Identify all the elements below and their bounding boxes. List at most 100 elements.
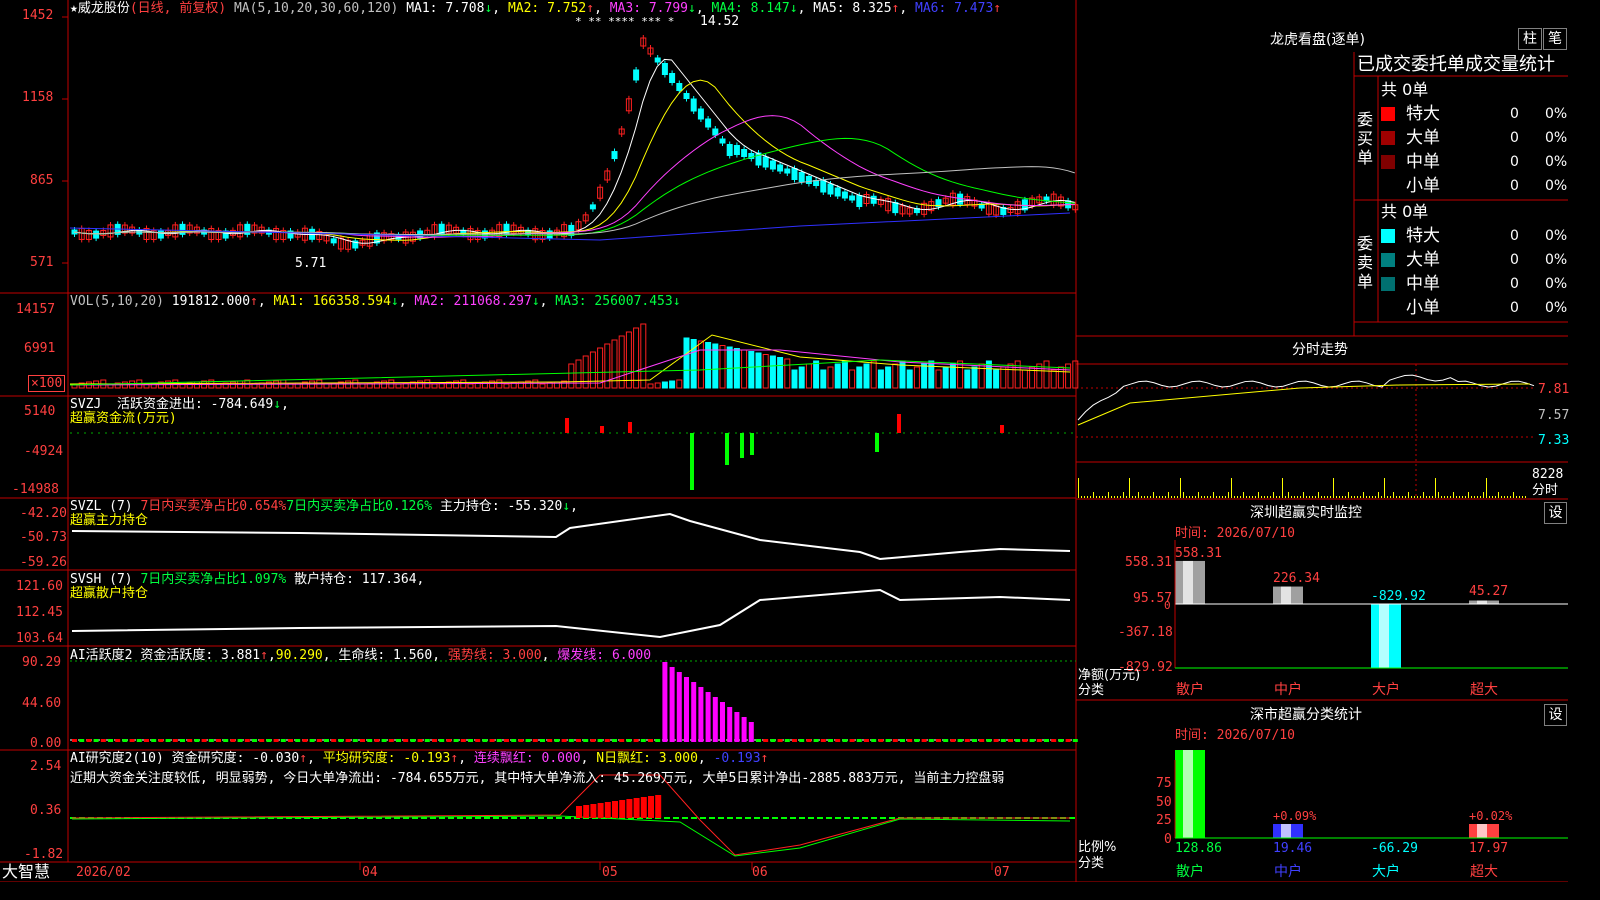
intraday-volume-bar xyxy=(1282,478,1283,498)
activity-bar xyxy=(669,667,675,742)
intraday-axis-label: 7.57 xyxy=(1538,408,1570,423)
classify-axis-label: 0 xyxy=(1164,832,1172,847)
intraday-volume-bar xyxy=(1420,496,1421,498)
activity-bar xyxy=(208,739,214,742)
intraday-axis-label: 7.81 xyxy=(1538,382,1570,397)
activity-bar xyxy=(914,739,920,742)
intraday-volume-bar xyxy=(1396,496,1397,498)
x-axis-label: 06 xyxy=(752,865,768,880)
period-label[interactable]: (日线, 前复权) xyxy=(130,1,226,16)
classify-bar xyxy=(1281,824,1291,838)
vol-unit-label[interactable]: ×100 xyxy=(28,375,66,392)
x-axis-label: 05 xyxy=(602,865,618,880)
intraday-volume-bar xyxy=(1105,496,1106,498)
bar-mode-button[interactable]: 柱 xyxy=(1518,28,1542,50)
intraday-volume-bar xyxy=(1318,492,1319,498)
activity-bar xyxy=(468,739,473,742)
activity-bar xyxy=(720,702,725,742)
order-percent: 0% xyxy=(1545,154,1568,170)
intraday-volume-bar xyxy=(1327,496,1328,498)
monitor-axis-label: 558.31 xyxy=(1125,555,1172,570)
monitor-settings-button[interactable]: 设 xyxy=(1544,502,1567,524)
intraday-volume-bar xyxy=(1291,496,1292,498)
intraday-volume-bar xyxy=(1492,496,1493,498)
intraday-volume-bar xyxy=(1117,496,1118,498)
ai-activity-axis-label: 44.60 xyxy=(22,696,62,711)
activity-bar xyxy=(799,739,805,742)
intraday-volume-bar xyxy=(1273,492,1274,498)
research-bar xyxy=(576,806,582,818)
vol-ma-line xyxy=(69,349,1071,386)
monitor-ylabel: 净额(万元) xyxy=(1078,668,1141,683)
flow-bar xyxy=(600,426,604,433)
intraday-volume-bar xyxy=(1483,492,1484,498)
order-percent: 0% xyxy=(1545,178,1568,194)
research-bar xyxy=(619,800,626,818)
activity-bar xyxy=(511,739,517,742)
intraday-volume-bar xyxy=(1348,492,1349,498)
intraday-volume-bar xyxy=(1339,496,1340,498)
svzl-axis-label: -42.20 xyxy=(20,506,67,521)
intraday-volume-bar xyxy=(1162,496,1163,498)
buy-orders-title: 委买单 xyxy=(1357,110,1374,167)
intraday-title: 分时走势 xyxy=(1292,342,1348,358)
svsh-axis-label: 112.45 xyxy=(16,605,63,620)
activity-bar xyxy=(108,739,113,742)
intraday-volume-bar xyxy=(1471,496,1472,498)
activity-bar xyxy=(1022,739,1028,742)
volume-bar xyxy=(748,351,755,389)
activity-bar xyxy=(331,739,337,742)
monitor-time: 时间: 2026/07/10 xyxy=(1175,526,1295,541)
intraday-volume-bar xyxy=(1462,496,1463,498)
classify-bar xyxy=(1183,750,1193,838)
intraday-volume-bar xyxy=(1435,478,1436,498)
activity-bar xyxy=(115,739,121,742)
intraday-volume-bar xyxy=(1486,478,1487,498)
classify-cat-label: 中户 xyxy=(1274,864,1302,880)
ai-research-cont: 连续飘红: 0.000 xyxy=(473,751,581,766)
intraday-volume-bar xyxy=(1078,478,1079,498)
intraday-volume-bar xyxy=(1132,496,1133,498)
research-bar xyxy=(612,801,618,818)
volume-bar xyxy=(539,383,546,389)
favorite-star-icon[interactable]: ★ xyxy=(70,1,78,16)
intraday-volume-bar xyxy=(1513,492,1514,498)
activity-bar xyxy=(252,739,257,742)
high-price-mark: 14.52 xyxy=(700,14,740,29)
activity-bar xyxy=(1044,739,1049,742)
volume-bar xyxy=(1021,369,1028,389)
activity-bar xyxy=(432,739,437,742)
intraday-volume-bar xyxy=(1102,496,1103,498)
activity-bar xyxy=(900,739,905,742)
volume-bar xyxy=(1050,369,1057,389)
ai-research-axis-label: 2.54 xyxy=(30,759,62,774)
intraday-volume-bar xyxy=(1099,496,1100,498)
intraday-volume-bar xyxy=(1522,496,1523,498)
svzl-main: 主力持仓: -55.320 xyxy=(439,499,563,514)
intraday-volume-bar xyxy=(1519,496,1520,498)
main-chart-area[interactable] xyxy=(0,0,1568,882)
low-price-mark: 5.71 xyxy=(295,256,327,271)
brand-logo[interactable]: 大智慧 xyxy=(2,863,50,881)
activity-bar xyxy=(338,739,344,742)
intraday-volume-bar xyxy=(1447,496,1448,498)
classify-settings-button[interactable]: 设 xyxy=(1544,704,1567,726)
order-color-swatch xyxy=(1381,253,1395,267)
activity-bar xyxy=(1008,739,1013,742)
intraday-volume-bar xyxy=(1459,496,1460,498)
activity-bar xyxy=(1065,739,1071,742)
volume-bar xyxy=(805,363,812,389)
svsh-subtitle: 超赢散户持仓 xyxy=(70,586,149,601)
intraday-volume-bar xyxy=(1489,496,1490,498)
intraday-volume-bar xyxy=(1255,496,1256,498)
activity-bar xyxy=(835,739,841,742)
activity-bar xyxy=(439,739,445,742)
tick-mode-button[interactable]: 笔 xyxy=(1543,28,1567,50)
buy-total: 共 0单 xyxy=(1381,80,1429,99)
intraday-volume-bar xyxy=(1465,496,1466,498)
activity-bar xyxy=(547,739,553,742)
intraday-volume-bar xyxy=(1258,492,1259,498)
intraday-volume-bar xyxy=(1312,496,1313,498)
intraday-volume-bar xyxy=(1111,496,1112,498)
order-type-label: 特大 xyxy=(1406,226,1440,246)
